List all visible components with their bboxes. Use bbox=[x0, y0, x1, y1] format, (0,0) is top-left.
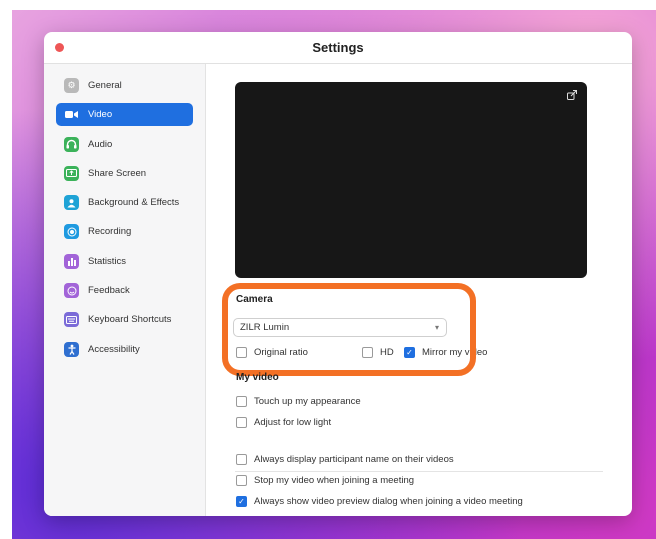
video-camera-icon bbox=[64, 107, 79, 122]
accessibility-icon bbox=[64, 341, 79, 357]
low-light-label: Adjust for low light bbox=[254, 417, 332, 428]
title-bar: Settings bbox=[44, 32, 632, 64]
screenshot-border-top bbox=[0, 0, 656, 10]
sidebar-item-accessibility[interactable]: Accessibility bbox=[56, 338, 193, 361]
sidebar-item-label: Accessibility bbox=[88, 343, 140, 355]
gear-icon: ⚙ bbox=[64, 78, 79, 93]
touch-up-option[interactable]: Touch up my appearance bbox=[236, 396, 361, 407]
settings-sidebar: ⚙ General Video Audio Share Screen Backg… bbox=[44, 64, 206, 516]
display-names-checkbox[interactable] bbox=[236, 454, 247, 465]
sidebar-item-recording[interactable]: Recording bbox=[56, 220, 193, 243]
sidebar-item-label: General bbox=[88, 80, 122, 91]
preview-dialog-checkbox[interactable]: ✓ bbox=[236, 496, 247, 507]
pop-out-icon[interactable] bbox=[565, 90, 579, 104]
low-light-option[interactable]: Adjust for low light bbox=[236, 417, 331, 428]
section-divider bbox=[235, 471, 603, 472]
sidebar-item-video[interactable]: Video bbox=[56, 103, 193, 127]
close-window-button[interactable] bbox=[55, 43, 64, 52]
window-title: Settings bbox=[312, 40, 364, 55]
annotation-highlight bbox=[222, 283, 476, 376]
settings-window: Settings ⚙ General Video Audio Share Scr… bbox=[44, 32, 632, 516]
video-preview bbox=[235, 82, 587, 278]
preview-dialog-label: Always show video preview dialog when jo… bbox=[254, 496, 523, 507]
low-light-checkbox[interactable] bbox=[236, 417, 247, 428]
keyboard-icon bbox=[64, 312, 79, 328]
feedback-icon bbox=[64, 283, 79, 299]
sidebar-item-keyboard-shortcuts[interactable]: Keyboard Shortcuts bbox=[56, 308, 193, 331]
sidebar-item-feedback[interactable]: Feedback bbox=[56, 279, 193, 302]
video-settings-panel: Camera ZILR Lumin ▾ Original ratio HD ✓ … bbox=[207, 64, 632, 516]
stop-video-checkbox[interactable] bbox=[236, 475, 247, 486]
sidebar-item-label: Background & Effects bbox=[88, 197, 180, 209]
stop-video-option[interactable]: Stop my video when joining a meeting bbox=[236, 475, 414, 486]
touch-up-label: Touch up my appearance bbox=[254, 396, 361, 407]
sidebar-item-label: Keyboard Shortcuts bbox=[88, 314, 172, 326]
stop-video-label: Stop my video when joining a meeting bbox=[254, 475, 415, 486]
sidebar-item-general[interactable]: ⚙ General bbox=[56, 74, 193, 97]
share-screen-icon bbox=[64, 165, 79, 181]
sidebar-item-audio[interactable]: Audio bbox=[56, 133, 193, 156]
sidebar-item-background-effects[interactable]: Background & Effects bbox=[56, 191, 193, 214]
sidebar-item-label: Video bbox=[88, 109, 113, 121]
display-names-label: Always display participant name on their… bbox=[254, 454, 454, 465]
sidebar-item-share-screen[interactable]: Share Screen bbox=[56, 162, 193, 185]
headphones-icon bbox=[64, 136, 79, 152]
sidebar-item-label: Share Screen bbox=[88, 167, 147, 179]
bar-chart-icon bbox=[64, 253, 79, 269]
sidebar-item-label: Feedback bbox=[88, 285, 130, 297]
sidebar-item-label: Statistics bbox=[88, 255, 127, 267]
my-video-heading: My video bbox=[236, 372, 279, 383]
touch-up-checkbox[interactable] bbox=[236, 396, 247, 407]
record-icon bbox=[64, 224, 79, 240]
screenshot-border-left bbox=[0, 0, 12, 539]
display-names-option[interactable]: Always display participant name on their… bbox=[236, 454, 454, 465]
sidebar-item-statistics[interactable]: Statistics bbox=[56, 250, 193, 273]
sidebar-item-label: Audio bbox=[88, 138, 113, 150]
background-icon bbox=[64, 195, 79, 211]
sidebar-item-label: Recording bbox=[88, 226, 132, 238]
preview-dialog-option[interactable]: ✓ Always show video preview dialog when … bbox=[236, 496, 523, 507]
